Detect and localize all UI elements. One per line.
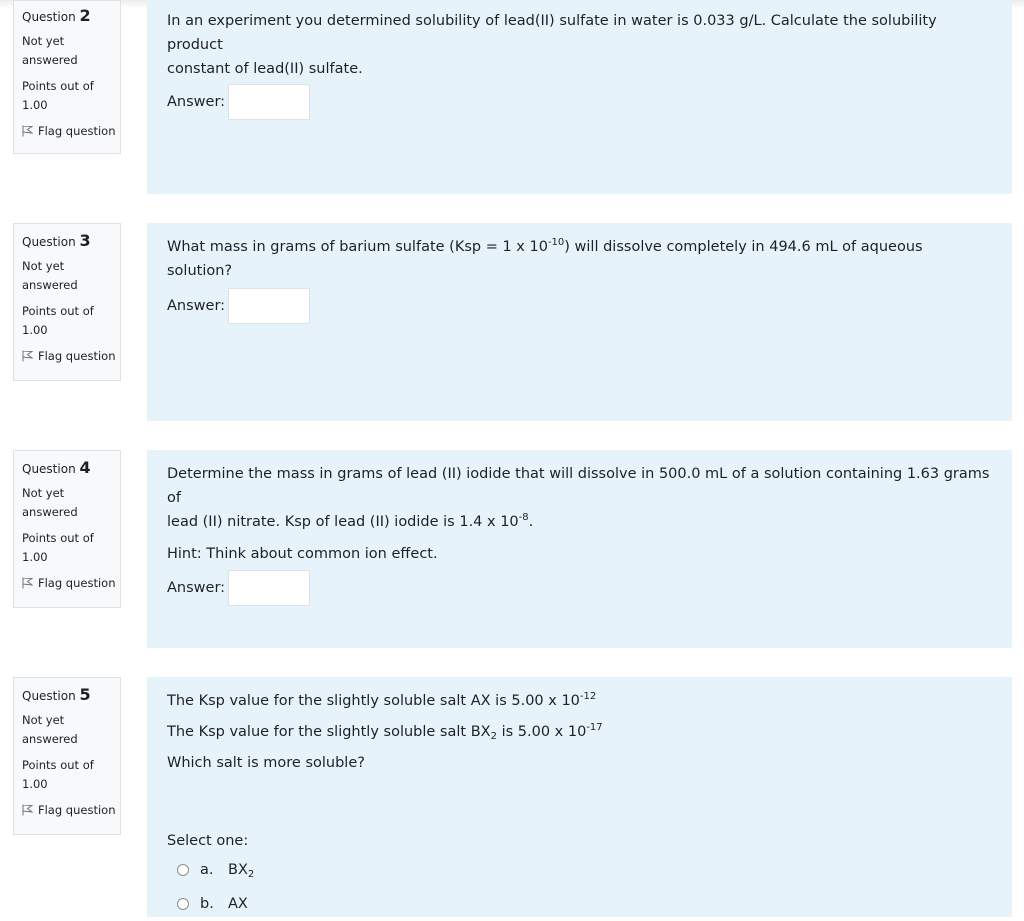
question-grade: Points out of 1.00: [22, 304, 94, 337]
question-number: Question 2: [22, 6, 91, 25]
question-number: Question 4: [22, 458, 91, 477]
question-content: The Ksp value for the slightly soluble s…: [147, 677, 1012, 917]
question-grade: Points out of 1.00: [22, 79, 94, 112]
question-hint: Hint: Think about common ion effect.: [167, 546, 438, 562]
question-info: Question 2 Not yet answered Points out o…: [13, 0, 121, 154]
answer-option-b[interactable]: b. AX: [177, 887, 992, 921]
radio-button[interactable]: [177, 898, 189, 910]
answer-option-a[interactable]: a. BX2: [177, 853, 992, 887]
radio-button[interactable]: [177, 864, 189, 876]
flag-icon: [22, 350, 33, 362]
question-text: In an experiment you determined solubili…: [167, 13, 937, 77]
flag-question-button[interactable]: Flag question: [22, 574, 120, 592]
question-text-line-1: The Ksp value for the slightly soluble s…: [167, 691, 597, 710]
flag-question-button[interactable]: Flag question: [22, 122, 120, 140]
question-content: Determine the mass in grams of lead (II)…: [147, 450, 1012, 648]
question-info: Question 4 Not yet answered Points out o…: [13, 450, 121, 608]
question-content: In an experiment you determined solubili…: [147, 0, 1012, 194]
question-text: Determine the mass in grams of lead (II)…: [167, 466, 990, 530]
question-state: Not yet answered: [22, 713, 78, 746]
question-text-line-2: The Ksp value for the slightly soluble s…: [167, 722, 603, 742]
answer-row: Answer:: [167, 84, 311, 120]
answer-input[interactable]: [228, 570, 311, 606]
question-grade: Points out of 1.00: [22, 758, 94, 791]
flag-icon: [22, 125, 33, 137]
answer-input[interactable]: [228, 288, 311, 324]
select-prompt: Select one:: [167, 833, 249, 849]
question-grade: Points out of 1.00: [22, 531, 94, 564]
flag-icon: [22, 804, 33, 816]
question-number: Question 5: [22, 685, 91, 704]
question-number: Question 3: [22, 231, 91, 250]
question-info: Question 5 Not yet answered Points out o…: [13, 677, 121, 835]
question-content: What mass in grams of barium sulfate (Ks…: [147, 223, 1012, 421]
question-info: Question 3 Not yet answered Points out o…: [13, 223, 121, 381]
answer-row: Answer:: [167, 570, 311, 606]
flag-question-button[interactable]: Flag question: [22, 801, 120, 819]
flag-question-button[interactable]: Flag question: [22, 347, 120, 365]
question-text: What mass in grams of barium sulfate (Ks…: [167, 237, 923, 280]
flag-icon: [22, 577, 33, 589]
question-state: Not yet answered: [22, 259, 78, 292]
question-state: Not yet answered: [22, 486, 78, 519]
answer-input[interactable]: [228, 84, 311, 120]
question-state: Not yet answered: [22, 34, 78, 67]
answer-row: Answer:: [167, 288, 311, 324]
question-text-line-3: Which salt is more soluble?: [167, 755, 365, 771]
